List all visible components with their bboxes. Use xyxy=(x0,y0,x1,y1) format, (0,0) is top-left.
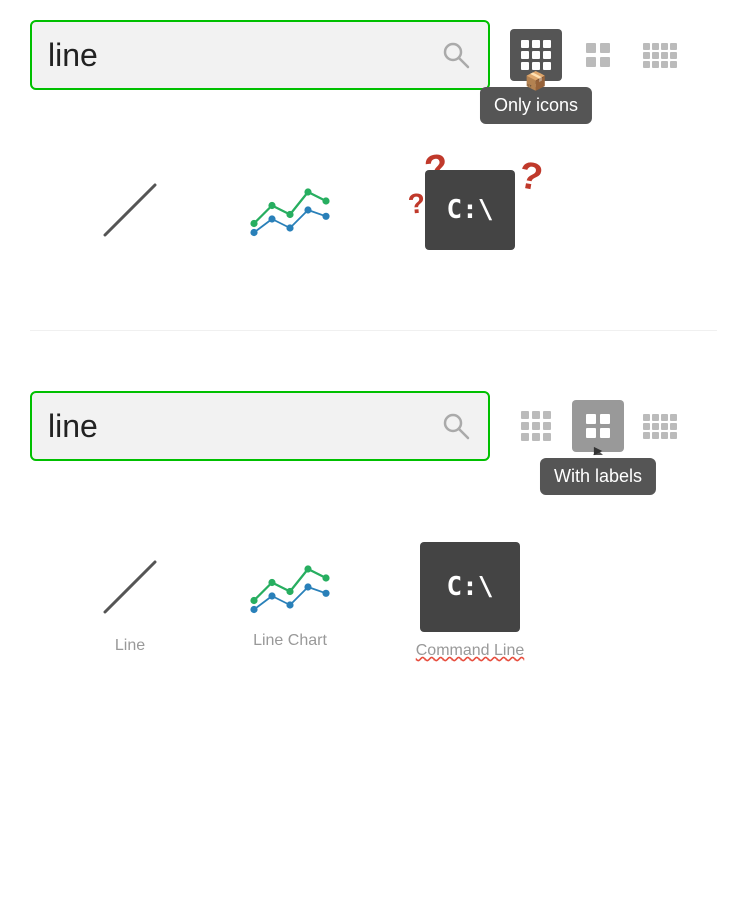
grid-2x2-icon-2 xyxy=(586,414,610,438)
label-line: Line xyxy=(115,637,145,655)
line-chart-svg-1 xyxy=(245,175,335,245)
section-1: line Only icons 📦 xyxy=(0,0,747,320)
grid-4col-icon-2 xyxy=(643,414,677,439)
cmd-box-2: C:\ xyxy=(420,542,520,632)
search-box-2[interactable]: line xyxy=(30,391,490,461)
label-command-line: Command Line xyxy=(416,642,525,660)
view-btn-with-labels-1[interactable] xyxy=(572,29,624,81)
line-svg-1 xyxy=(90,170,170,250)
q-mark-right: ? xyxy=(516,156,545,197)
view-toggles-1: Only icons 📦 xyxy=(510,29,686,81)
search-box-1[interactable]: line xyxy=(30,20,490,90)
icon-cell-line-chart-2[interactable]: Line Chart xyxy=(210,531,370,671)
cmd-text-1: C:\ xyxy=(447,195,494,225)
icon-cell-line-2[interactable]: Line xyxy=(50,531,210,671)
icons-grid-2: Line Line Chart C:\ xyxy=(30,481,717,691)
icon-cell-cmd-2[interactable]: C:\ Command Line xyxy=(370,531,570,671)
view-btn-4col-1[interactable] xyxy=(634,29,686,81)
icon-cell-line-1[interactable] xyxy=(50,140,210,280)
view-btn-4col-2[interactable] xyxy=(634,400,686,452)
line-chart-svg-2 xyxy=(245,552,335,622)
icon-cell-cmd-1[interactable]: ? ? C:\ ? xyxy=(370,140,570,280)
cmd-box-1: C:\ xyxy=(425,170,515,250)
view-toggles-2: With labels ► xyxy=(510,400,686,452)
section-2: line xyxy=(0,371,747,711)
grid-3x3-icon-2 xyxy=(521,411,551,441)
grid-3x3-icon-1 xyxy=(521,40,551,70)
q-mark-left: ? xyxy=(407,189,426,218)
cmd-area-1: ? ? C:\ ? xyxy=(380,140,560,280)
search-row-1: line Only icons 📦 xyxy=(30,20,717,90)
search-icon-2 xyxy=(440,410,472,442)
cmd-text-2: C:\ xyxy=(447,572,494,602)
view-btn-icons-only-2[interactable] xyxy=(510,400,562,452)
icons-grid-1: ? ? C:\ ? xyxy=(30,110,717,300)
search-icon-1 xyxy=(440,39,472,71)
grid-2x2-icon-1 xyxy=(586,43,610,67)
view-btn-with-labels-2[interactable] xyxy=(572,400,624,452)
section-divider xyxy=(30,330,717,331)
search-input-2: line xyxy=(48,408,440,445)
icon-cell-line-chart-1[interactable] xyxy=(210,140,370,280)
view-btn-icons-only[interactable] xyxy=(510,29,562,81)
search-input-1: line xyxy=(48,37,440,74)
line-svg-2 xyxy=(90,547,170,627)
label-line-chart: Line Chart xyxy=(253,632,327,650)
search-row-2: line xyxy=(30,391,717,461)
grid-4col-icon-1 xyxy=(643,43,677,68)
